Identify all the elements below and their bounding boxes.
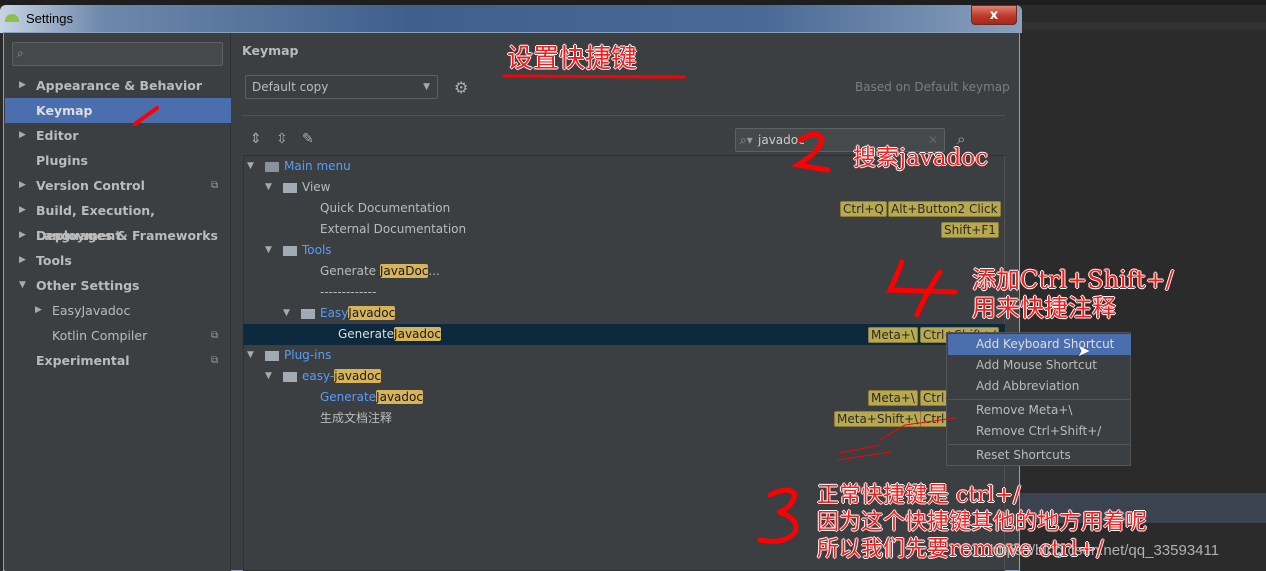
annotation-line: 用来快捷注释 <box>972 294 1116 322</box>
annotation-number-4 <box>886 259 958 318</box>
annotation-underline <box>502 74 686 79</box>
annotation-set-shortcut: 设置快捷键 <box>507 44 638 74</box>
annotation-search: 搜索javadoc <box>853 145 989 171</box>
annotation-add: 添加Ctrl+Shift+/用来快捷注释 <box>972 266 1174 322</box>
watermark: https://blog.csdn.net/qq_33593411 <box>990 542 1220 559</box>
annotation-number-1 <box>133 106 159 126</box>
annotation-arrow <box>837 417 956 461</box>
annotation-line: 添加Ctrl+Shift+/ <box>972 266 1174 294</box>
annotation-number-3 <box>757 487 799 544</box>
annotation-line: 因为这个快捷键其他的地方用着呢 <box>817 510 1148 535</box>
annotation-line: 正常快捷键是 ctrl+/ <box>817 483 1021 508</box>
annotation-number-2 <box>791 132 831 173</box>
